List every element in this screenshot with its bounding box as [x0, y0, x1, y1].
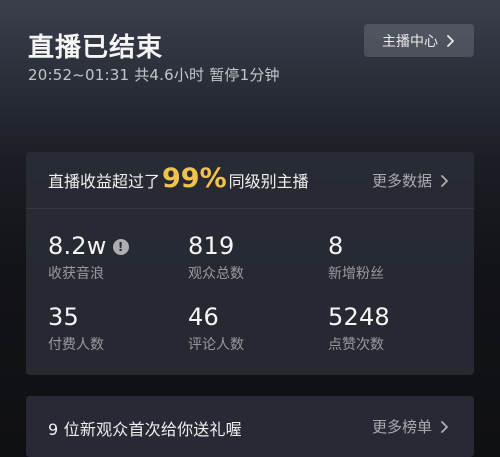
live-ended-page: 直播已结束 20:52~01:31 共4.6小时 暂停1分钟 主播中心 直播收益… [0, 0, 500, 457]
metric-commenters: 46 评论人数 [188, 302, 308, 354]
chevron-right-icon [447, 34, 454, 47]
more-rankings-link[interactable]: 更多榜单 [372, 416, 450, 437]
streamer-center-button[interactable]: 主播中心 [364, 24, 474, 57]
metric-label: 观众总数 [188, 266, 244, 282]
page-title: 直播已结束 [28, 33, 164, 63]
chevron-right-icon [441, 174, 448, 187]
metric-value-row: 35 [48, 302, 168, 332]
metric-received-gifts: 8.2w ! 收获音浪 [48, 231, 168, 283]
header: 直播已结束 20:52~01:31 共4.6小时 暂停1分钟 主播中心 [28, 22, 474, 92]
metric-label: 点赞次数 [328, 337, 384, 353]
metric-value: 46 [188, 303, 219, 331]
metric-likes: 5248 点赞次数 [328, 302, 448, 354]
metric-label: 新增粉丝 [328, 266, 384, 282]
more-data-link[interactable]: 更多数据 [372, 170, 450, 191]
more-rankings-label: 更多榜单 [371, 418, 432, 436]
gift-summary-card[interactable]: 9 位新观众首次给你送礼喔 更多榜单 [26, 396, 474, 457]
metric-label: 评论人数 [188, 337, 244, 353]
metric-label: 付费人数 [48, 337, 104, 353]
earnings-summary-suffix: 同级别主播 [228, 172, 309, 191]
streamer-center-label: 主播中心 [382, 33, 438, 50]
metric-new-followers: 8 新增粉丝 [328, 231, 448, 283]
more-data-label: 更多数据 [371, 172, 432, 190]
metric-value-row: 8 [328, 231, 448, 261]
chevron-right-icon [441, 420, 448, 433]
stats-card: 直播收益超过了 99% 同级别主播 更多数据 8.2w ! 收获音浪 819 观… [26, 152, 474, 375]
gift-summary-text: 9 位新观众首次给你送礼喔 [48, 420, 242, 439]
stats-summary-row: 直播收益超过了 99% 同级别主播 更多数据 [26, 152, 474, 209]
metric-value-row: 8.2w ! [48, 231, 168, 261]
metric-value-row: 819 [188, 231, 308, 261]
metric-value: 8.2w [48, 232, 107, 260]
info-icon[interactable]: ! [112, 239, 129, 255]
metric-paying-users: 35 付费人数 [48, 302, 168, 354]
metric-total-viewers: 819 观众总数 [188, 231, 308, 283]
earnings-summary: 直播收益超过了 99% 同级别主播 [48, 163, 309, 194]
metric-value-row: 46 [188, 302, 308, 332]
live-time-summary: 20:52~01:31 共4.6小时 暂停1分钟 [28, 66, 280, 84]
metric-value-row: 5248 [328, 302, 448, 332]
metric-value: 819 [188, 232, 235, 260]
earnings-percent: 99% [162, 163, 227, 194]
metric-value: 8 [328, 232, 344, 260]
earnings-summary-prefix: 直播收益超过了 [48, 172, 161, 191]
metric-value: 5248 [328, 303, 390, 331]
metric-label: 收获音浪 [48, 266, 104, 282]
metric-value: 35 [48, 303, 79, 331]
